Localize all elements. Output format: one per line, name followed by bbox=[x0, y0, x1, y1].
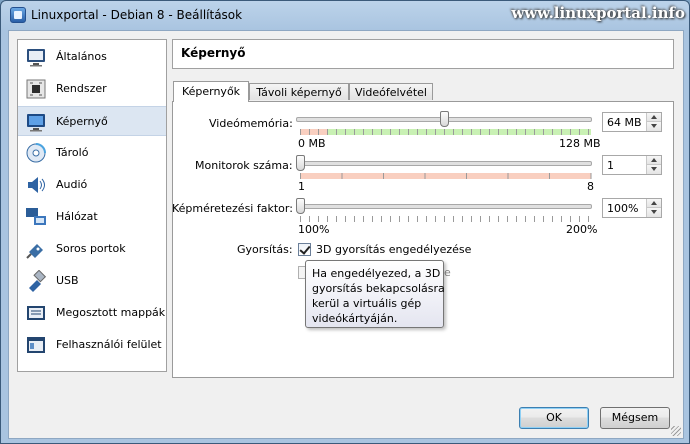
sidebar-item-serial-ports[interactable]: Soros portok bbox=[18, 234, 166, 264]
title-bar[interactable]: Linuxportal - Debian 8 - Beállítások www… bbox=[1, 1, 689, 29]
slider-groove bbox=[296, 204, 592, 209]
monitor-count-label: Monitorok száma: bbox=[195, 159, 293, 172]
sidebar-item-shared-folders[interactable]: Megosztott mappák bbox=[18, 298, 166, 328]
sidebar-item-label: Tároló bbox=[56, 146, 89, 159]
accel-3d-label: 3D gyorsítás engedélyezése bbox=[316, 243, 472, 256]
sidebar-item-audio[interactable]: Audió bbox=[18, 170, 166, 200]
tab-remote-display[interactable]: Távoli képernyő bbox=[249, 83, 349, 100]
spin-up-arrow-icon[interactable] bbox=[647, 113, 661, 122]
video-memory-value: 64 MB bbox=[607, 116, 642, 129]
sidebar-item-label: Megosztott mappák bbox=[56, 306, 166, 319]
sidebar-item-system[interactable]: Rendszer bbox=[18, 74, 166, 104]
speaker-icon bbox=[28, 177, 45, 193]
video-memory-slider[interactable] bbox=[296, 110, 592, 130]
monitor-general-icon bbox=[27, 49, 45, 67]
accel-2d-label-fragment: e bbox=[444, 266, 451, 279]
accel-3d-checkbox[interactable] bbox=[298, 243, 311, 256]
ok-button[interactable]: OK bbox=[519, 407, 589, 429]
window-title: Linuxportal - Debian 8 - Beállítások bbox=[31, 8, 243, 22]
monitor-count-spinbox[interactable]: 1 bbox=[602, 155, 662, 175]
checkmark-icon bbox=[299, 243, 311, 255]
slider-thumb[interactable] bbox=[296, 198, 305, 214]
scale-factor-label: Képméretezési faktor: bbox=[172, 202, 293, 215]
serial-port-icon bbox=[26, 244, 43, 259]
sidebar-item-label: USB bbox=[56, 274, 79, 287]
watermark-text: www.linuxportal.info bbox=[511, 4, 685, 22]
shared-folder-icon bbox=[27, 306, 45, 320]
slider-groove bbox=[296, 161, 592, 166]
sidebar-item-label: Felhasználói felület bbox=[56, 338, 162, 351]
sidebar-item-label: Hálózat bbox=[56, 210, 98, 223]
display-icon bbox=[27, 114, 45, 132]
network-icon bbox=[26, 208, 46, 225]
accel-3d-tooltip: Ha engedélyezed, a 3D gyorsítás bekapcso… bbox=[305, 260, 445, 328]
scale-factor-ticks bbox=[300, 216, 592, 222]
settings-window: Linuxportal - Debian 8 - Beállítások www… bbox=[0, 0, 690, 444]
slider-thumb[interactable] bbox=[296, 155, 305, 171]
page-header: Képernyő bbox=[172, 39, 674, 69]
video-memory-ticks bbox=[300, 129, 592, 135]
sidebar-item-label: Képernyő bbox=[56, 115, 108, 128]
sidebar-item-label: Általános bbox=[56, 50, 107, 63]
spin-down-arrow-icon[interactable] bbox=[647, 122, 661, 131]
virtualbox-app-icon bbox=[10, 7, 26, 23]
scale-factor-spinbox[interactable]: 100% bbox=[602, 198, 662, 218]
sidebar-item-user-interface[interactable]: Felhasználói felület bbox=[18, 330, 166, 360]
spin-buttons bbox=[646, 156, 661, 174]
sidebar-item-storage[interactable]: Tároló bbox=[18, 138, 166, 168]
sidebar-item-display[interactable]: Képernyő bbox=[18, 106, 166, 136]
spin-down-arrow-icon[interactable] bbox=[647, 165, 661, 174]
resize-grip-icon[interactable] bbox=[671, 426, 681, 436]
video-memory-spinbox[interactable]: 64 MB bbox=[602, 112, 662, 132]
spin-buttons bbox=[646, 113, 661, 131]
monitor-count-max-label: 8 bbox=[587, 180, 594, 193]
page-title: Képernyő bbox=[181, 46, 246, 60]
scale-factor-slider[interactable] bbox=[296, 197, 592, 217]
video-memory-label: Videómemória: bbox=[209, 117, 293, 130]
acceleration-label: Gyorsítás: bbox=[237, 243, 293, 256]
disk-storage-icon bbox=[26, 143, 46, 163]
tab-video-capture[interactable]: Videófelvétel bbox=[349, 83, 433, 100]
spin-up-arrow-icon[interactable] bbox=[647, 156, 661, 165]
monitor-count-min-label: 1 bbox=[298, 180, 305, 193]
usb-icon bbox=[29, 270, 47, 292]
sidebar-item-usb[interactable]: USB bbox=[18, 266, 166, 296]
scale-factor-min-label: 100% bbox=[298, 223, 330, 236]
tooltip-text: Ha engedélyezed, a 3D gyorsítás bekapcso… bbox=[312, 267, 445, 325]
cancel-button[interactable]: Mégsem bbox=[600, 407, 670, 429]
scale-factor-value: 100% bbox=[607, 202, 639, 215]
spin-down-arrow-icon[interactable] bbox=[647, 208, 661, 217]
tab-screens[interactable]: Képernyők bbox=[173, 81, 249, 102]
user-interface-icon bbox=[27, 337, 45, 353]
monitor-count-slider[interactable] bbox=[296, 154, 592, 174]
sidebar-item-label: Audió bbox=[56, 178, 88, 191]
sidebar-item-label: Rendszer bbox=[56, 82, 107, 95]
slider-thumb[interactable] bbox=[440, 111, 449, 127]
monitor-count-ticks bbox=[300, 173, 592, 179]
video-memory-max-label: 128 MB bbox=[559, 137, 601, 150]
sidebar-item-general[interactable]: Általános bbox=[18, 42, 166, 72]
settings-sidebar: Általános Rendszer Képernyő Tároló Audió… bbox=[17, 39, 167, 372]
video-memory-min-label: 0 MB bbox=[298, 137, 326, 150]
chip-system-icon bbox=[26, 79, 46, 99]
scale-factor-max-label: 200% bbox=[566, 223, 598, 236]
sidebar-item-label: Soros portok bbox=[56, 242, 126, 255]
dialog-client-area: Általános Rendszer Képernyő Tároló Audió… bbox=[8, 30, 684, 439]
spin-up-arrow-icon[interactable] bbox=[647, 199, 661, 208]
monitor-count-value: 1 bbox=[607, 159, 614, 172]
sidebar-item-network[interactable]: Hálózat bbox=[18, 202, 166, 232]
spin-buttons bbox=[646, 199, 661, 217]
